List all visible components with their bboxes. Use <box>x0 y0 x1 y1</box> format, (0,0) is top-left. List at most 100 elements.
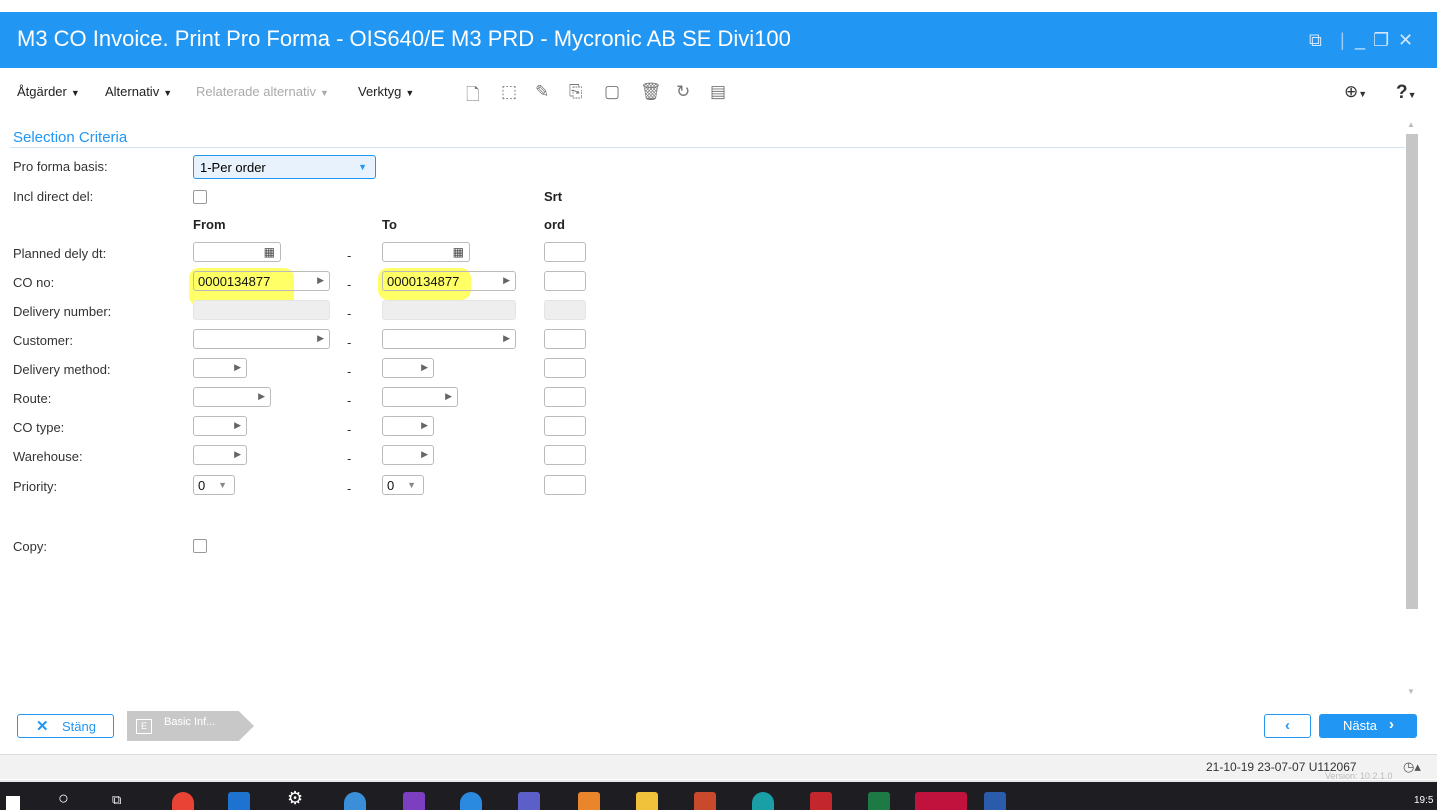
search-icon[interactable]: ○ <box>58 788 69 809</box>
new-document-icon[interactable]: 🗋 <box>466 82 480 111</box>
customer-from-field[interactable]: ▶ <box>193 329 330 349</box>
browse-arrow-icon[interactable]: ▶ <box>317 275 324 286</box>
planned-dely-sort-field[interactable] <box>544 242 586 262</box>
onenote-icon[interactable] <box>403 792 425 810</box>
edge-icon[interactable] <box>752 792 774 810</box>
history-clock-icon[interactable]: ◷▴ <box>1403 759 1421 775</box>
outlook-icon[interactable] <box>228 792 250 810</box>
delete-trash-icon[interactable]: 🗑 <box>640 82 662 102</box>
customer-sort-field[interactable] <box>544 329 586 349</box>
refresh-icon[interactable]: ↻ <box>676 82 690 102</box>
display-icon[interactable]: ▢ <box>604 82 620 102</box>
previous-button[interactable]: ‹ <box>1264 714 1311 738</box>
route-sort-field[interactable] <box>544 387 586 407</box>
menu-related-options[interactable]: Relaterade alternativ ▼ <box>196 84 329 99</box>
menu-actions[interactable]: Åtgärder ▼ <box>17 84 80 99</box>
minimize-icon[interactable]: _ <box>1355 30 1365 51</box>
help-icon[interactable]: ?▼ <box>1396 82 1417 104</box>
copy-checkbox[interactable] <box>193 539 207 553</box>
warehouse-sort-field[interactable] <box>544 445 586 465</box>
caret-down-icon: ▼ <box>163 88 173 98</box>
select-document-icon[interactable]: ⬚ <box>501 82 517 102</box>
browse-arrow-icon[interactable]: ▶ <box>258 391 265 402</box>
delivery-method-to-field[interactable]: ▶ <box>382 358 434 378</box>
version-text: Version: 10.2.1.0 <box>1325 771 1393 781</box>
maximize-icon[interactable]: ❐ <box>1373 30 1389 51</box>
warehouse-to-field[interactable]: ▶ <box>382 445 434 465</box>
browse-arrow-icon[interactable]: ▶ <box>421 362 428 373</box>
browse-arrow-icon[interactable]: ▶ <box>317 333 324 344</box>
close-window-icon[interactable]: ✕ <box>1398 30 1413 51</box>
priority-from-select[interactable]: 0 ▼ <box>193 475 235 495</box>
route-label: Route: <box>13 391 52 406</box>
delivery-method-from-field[interactable]: ▶ <box>193 358 247 378</box>
warehouse-from-field[interactable]: ▶ <box>193 445 247 465</box>
word-icon[interactable] <box>984 792 1006 810</box>
separator-icon: | <box>1340 30 1345 50</box>
range-dash: - <box>347 364 352 379</box>
menu-actions-label: Åtgärder <box>17 84 67 99</box>
browse-arrow-icon[interactable]: ▶ <box>421 420 428 431</box>
co-no-sort-field[interactable] <box>544 271 586 291</box>
menu-tools[interactable]: Verktyg ▼ <box>358 84 414 99</box>
co-no-to-field[interactable]: 0000134877 ▶ <box>382 271 516 291</box>
incl-direct-del-checkbox[interactable] <box>193 190 207 204</box>
priority-sort-field[interactable] <box>544 475 586 495</box>
panel-sequence-tab[interactable]: E Basic Inf... <box>127 711 254 741</box>
browser-icon[interactable] <box>344 792 366 810</box>
browse-arrow-icon[interactable]: ▶ <box>421 449 428 460</box>
chat-icon[interactable] <box>460 792 482 810</box>
route-from-field[interactable]: ▶ <box>193 387 271 407</box>
incl-direct-del-label: Incl direct del: <box>13 189 94 204</box>
range-dash: - <box>347 422 352 437</box>
calendar-icon[interactable]: ▦ <box>453 245 464 259</box>
co-no-from-field[interactable]: 0000134877 ▶ <box>193 271 330 291</box>
customer-to-field[interactable]: ▶ <box>382 329 516 349</box>
document-list-icon[interactable]: ▤ <box>710 82 726 102</box>
priority-from-value: 0 <box>198 478 206 493</box>
delivery-method-sort-field[interactable] <box>544 358 586 378</box>
chrome-icon[interactable] <box>172 792 194 810</box>
scroll-down-icon[interactable]: ▼ <box>1407 687 1415 696</box>
calendar-icon[interactable]: ▦ <box>264 245 275 259</box>
close-button[interactable]: ✕ Stäng <box>17 714 114 738</box>
route-to-field[interactable]: ▶ <box>382 387 458 407</box>
co-type-sort-field[interactable] <box>544 416 586 436</box>
window-title: M3 CO Invoice. Print Pro Forma - OIS640/… <box>17 26 791 51</box>
caret-down-icon: ▼ <box>319 88 329 98</box>
zoom-icon[interactable]: ⊕▼ <box>1344 82 1367 102</box>
next-button[interactable]: Nästa › <box>1319 714 1417 738</box>
excel-icon[interactable] <box>868 792 890 810</box>
planned-dely-to-field[interactable]: ▦ <box>382 242 470 262</box>
menu-options[interactable]: Alternativ ▼ <box>105 84 172 99</box>
browse-arrow-icon[interactable]: ▶ <box>503 275 510 286</box>
settings-gear-icon[interactable]: ⚙ <box>287 788 303 809</box>
scroll-up-icon[interactable]: ▲ <box>1407 120 1415 129</box>
dropdown-arrow-icon: ▼ <box>407 480 416 490</box>
vertical-scrollbar[interactable] <box>1406 134 1418 609</box>
co-no-label: CO no: <box>13 275 55 290</box>
browse-arrow-icon[interactable]: ▶ <box>503 333 510 344</box>
co-type-from-field[interactable]: ▶ <box>193 416 247 436</box>
planned-dely-label: Planned dely dt: <box>13 246 107 261</box>
start-icon[interactable] <box>6 796 20 810</box>
co-type-to-field[interactable]: ▶ <box>382 416 434 436</box>
browse-arrow-icon[interactable]: ▶ <box>234 449 241 460</box>
teams-icon[interactable] <box>518 792 540 810</box>
infor-icon[interactable] <box>915 792 967 810</box>
app-shield-icon[interactable] <box>694 792 716 810</box>
edit-pencil-icon[interactable]: ✎ <box>535 82 549 102</box>
priority-to-select[interactable]: 0 ▼ <box>382 475 424 495</box>
restore-panel-icon[interactable]: ⧉ <box>1309 30 1322 51</box>
acrobat-icon[interactable] <box>810 792 832 810</box>
copy-icon[interactable]: ⎘ <box>569 82 583 102</box>
browse-arrow-icon[interactable]: ▶ <box>445 391 452 402</box>
planned-dely-from-field[interactable]: ▦ <box>193 242 281 262</box>
browse-arrow-icon[interactable]: ▶ <box>234 362 241 373</box>
priority-label: Priority: <box>13 479 58 494</box>
pro-forma-basis-select[interactable]: 1-Per order ▼ <box>193 155 376 179</box>
task-view-icon[interactable]: ⧉ <box>112 792 121 808</box>
app-icon[interactable] <box>578 792 600 810</box>
file-explorer-icon[interactable] <box>636 792 658 810</box>
browse-arrow-icon[interactable]: ▶ <box>234 420 241 431</box>
